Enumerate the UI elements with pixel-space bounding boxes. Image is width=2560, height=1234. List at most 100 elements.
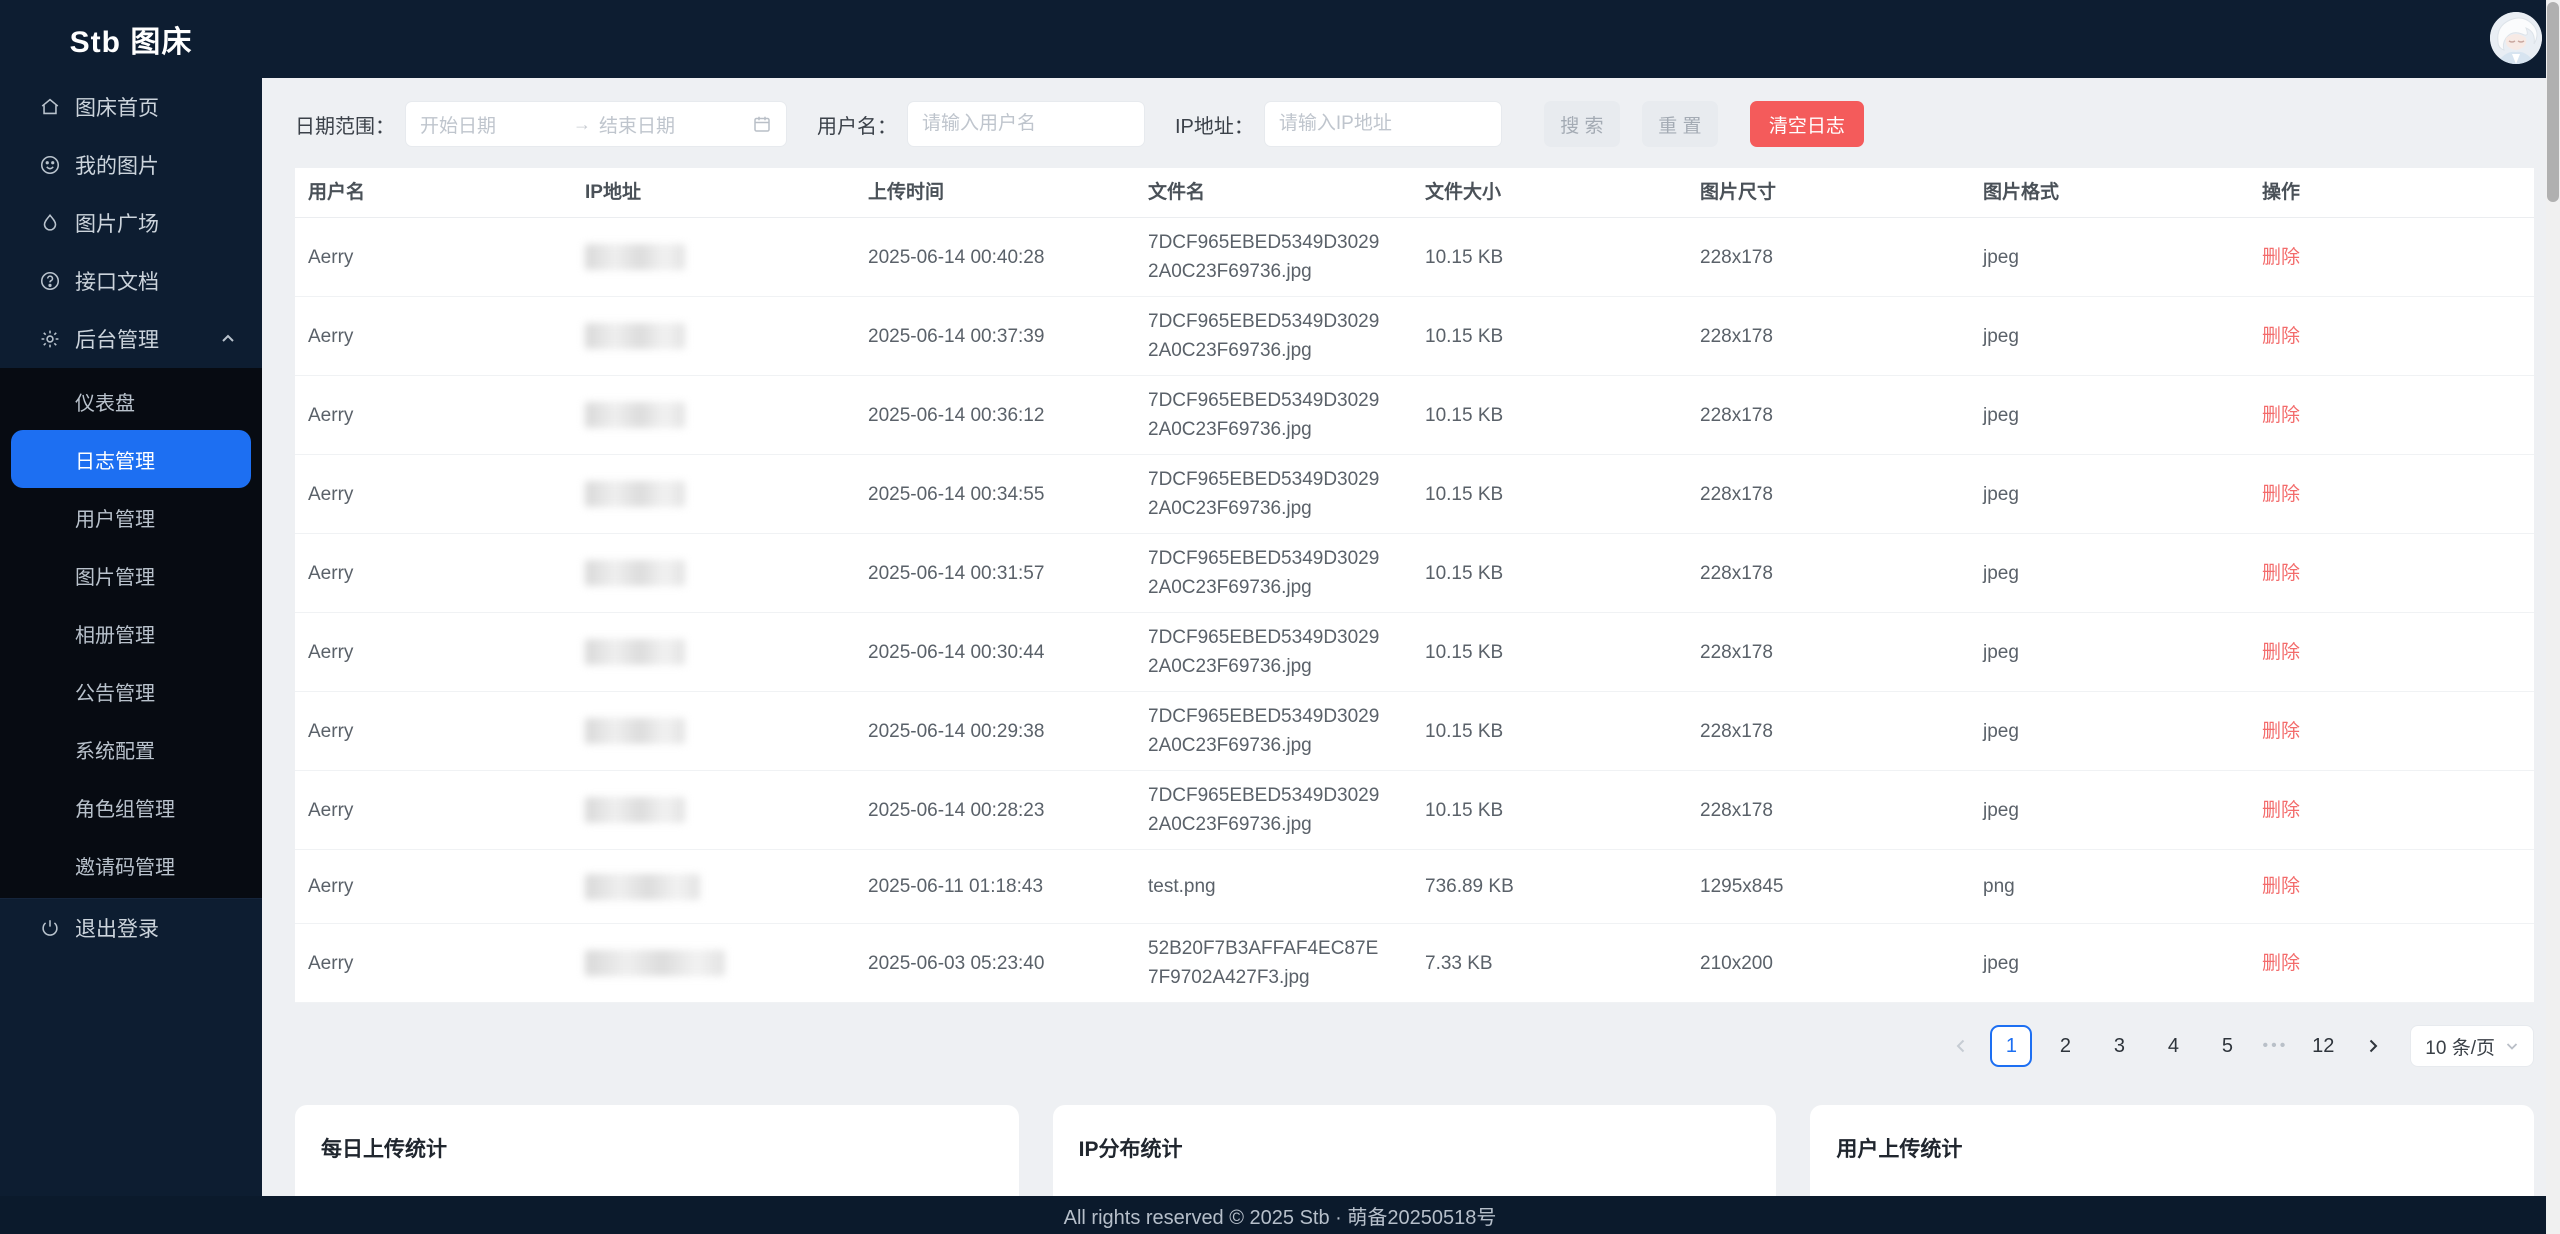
sidebar-item-admin[interactable]: 后台管理 [0, 310, 262, 368]
calendar-icon [752, 114, 772, 134]
sidebar-item-label: 后台管理 [75, 324, 159, 354]
sidebar-item-my-images[interactable]: 我的图片 [0, 136, 262, 194]
cell-username: Aerry [295, 717, 572, 746]
delete-link[interactable]: 删除 [2262, 247, 2300, 268]
submenu-item-announcements[interactable]: 公告管理 [0, 662, 262, 720]
next-page-button[interactable] [2356, 1025, 2390, 1067]
ip-input[interactable] [1264, 101, 1502, 147]
ip-masked [585, 323, 685, 349]
cell-filename: 7DCF965EBED5349D30292A0C23F69736.jpg [1135, 228, 1397, 286]
page-button-12[interactable]: 12 [2302, 1025, 2344, 1067]
table-row: Aerry 2025-06-14 00:36:12 7DCF965EBED534… [295, 376, 2534, 455]
submenu-item-albums[interactable]: 相册管理 [0, 604, 262, 662]
sidebar-item-label: 我的图片 [75, 150, 159, 180]
cell-username: Aerry [295, 243, 572, 272]
cell-format: jpeg [1970, 559, 2249, 588]
card-title: 每日上传统计 [321, 1133, 993, 1163]
submenu-item-logs[interactable]: 日志管理 [11, 430, 251, 488]
page-button-4[interactable]: 4 [2152, 1025, 2194, 1067]
cell-upload-time: 2025-06-14 00:30:44 [855, 638, 1135, 667]
table-row: Aerry 2025-06-11 01:18:43 test.png 736.8… [295, 850, 2534, 924]
delete-link[interactable]: 删除 [2262, 563, 2300, 584]
delete-link[interactable]: 删除 [2262, 642, 2300, 663]
cell-upload-time: 2025-06-03 05:23:40 [855, 949, 1135, 978]
page-button-1[interactable]: 1 [1990, 1025, 2032, 1067]
cell-filesize: 10.15 KB [1412, 401, 1687, 430]
delete-link[interactable]: 删除 [2262, 405, 2300, 426]
cell-dimensions: 228x178 [1687, 638, 1970, 667]
delete-link[interactable]: 删除 [2262, 721, 2300, 742]
cell-format: jpeg [1970, 717, 2249, 746]
logs-table: 用户名 IP地址 上传时间 文件名 文件大小 图片尺寸 图片格式 操作 Aerr… [295, 168, 2534, 1003]
delete-link[interactable]: 删除 [2262, 800, 2300, 821]
submenu-item-images[interactable]: 图片管理 [0, 546, 262, 604]
cell-upload-time: 2025-06-14 00:40:28 [855, 243, 1135, 272]
logout-button[interactable]: 退出登录 [0, 898, 262, 956]
delete-link[interactable]: 删除 [2262, 953, 2300, 974]
cell-upload-time: 2025-06-14 00:37:39 [855, 322, 1135, 351]
scrollbar-thumb[interactable] [2547, 2, 2559, 202]
delete-link[interactable]: 删除 [2262, 876, 2300, 897]
cell-upload-time: 2025-06-14 00:34:55 [855, 480, 1135, 509]
delete-link[interactable]: 删除 [2262, 484, 2300, 505]
page-button-3[interactable]: 3 [2098, 1025, 2140, 1067]
ip-masked [585, 874, 700, 900]
col-ip: IP地址 [572, 178, 855, 207]
cell-dimensions: 228x178 [1687, 717, 1970, 746]
cell-filename: 7DCF965EBED5349D30292A0C23F69736.jpg [1135, 623, 1397, 681]
cell-filesize: 7.33 KB [1412, 949, 1687, 978]
submenu-item-system-config[interactable]: 系统配置 [0, 720, 262, 778]
ip-masked [585, 950, 725, 976]
page-size-select[interactable]: 10 条/页 [2410, 1025, 2534, 1067]
cell-upload-time: 2025-06-14 00:36:12 [855, 401, 1135, 430]
sidebar: Stb 图床 图床首页 我的图片 图片广场 接口文档 [0, 0, 262, 1234]
sidebar-item-gallery[interactable]: 图片广场 [0, 194, 262, 252]
user-avatar[interactable] [2490, 12, 2542, 64]
more-pages-icon[interactable]: ••• [2260, 1037, 2290, 1055]
sidebar-item-home[interactable]: 图床首页 [0, 78, 262, 136]
cell-dimensions: 228x178 [1687, 401, 1970, 430]
pagination: 1 2 3 4 5 ••• 12 10 条/页 [295, 1025, 2534, 1067]
cell-dimensions: 228x178 [1687, 796, 1970, 825]
cell-format: jpeg [1970, 480, 2249, 509]
page-button-5[interactable]: 5 [2206, 1025, 2248, 1067]
cell-filesize: 10.15 KB [1412, 717, 1687, 746]
app-logo: Stb 图床 [0, 0, 262, 78]
col-username: 用户名 [295, 178, 572, 207]
cell-filename: 7DCF965EBED5349D30292A0C23F69736.jpg [1135, 386, 1397, 444]
prev-page-button[interactable] [1944, 1025, 1978, 1067]
page-size-value: 10 条/页 [2425, 1033, 2495, 1060]
cell-dimensions: 228x178 [1687, 322, 1970, 351]
date-range-picker[interactable]: 开始日期 → 结束日期 [405, 101, 787, 147]
sidebar-item-label: 图片广场 [75, 208, 159, 238]
gear-icon [38, 327, 62, 351]
submenu-item-dashboard[interactable]: 仪表盘 [0, 372, 262, 430]
cell-filesize: 10.15 KB [1412, 322, 1687, 351]
username-input[interactable] [907, 101, 1145, 147]
date-end-placeholder: 结束日期 [599, 111, 744, 138]
sidebar-item-label: 图床首页 [75, 92, 159, 122]
reset-button[interactable]: 重 置 [1642, 101, 1718, 147]
cell-upload-time: 2025-06-14 00:28:23 [855, 796, 1135, 825]
cell-username: Aerry [295, 638, 572, 667]
droplet-icon [38, 211, 62, 235]
submenu-item-users[interactable]: 用户管理 [0, 488, 262, 546]
copyright-text: All rights reserved © 2025 Stb · 萌备20250… [1064, 1201, 1497, 1230]
clear-logs-button[interactable]: 清空日志 [1750, 101, 1864, 147]
ip-masked [585, 718, 685, 744]
vertical-scrollbar[interactable] [2546, 0, 2560, 1234]
col-actions: 操作 [2249, 178, 2534, 207]
topbar [262, 0, 2560, 78]
cell-format: jpeg [1970, 401, 2249, 430]
ip-masked [585, 244, 685, 270]
delete-link[interactable]: 删除 [2262, 326, 2300, 347]
submenu-item-role-groups[interactable]: 角色组管理 [0, 778, 262, 836]
search-button[interactable]: 搜 索 [1544, 101, 1620, 147]
page-button-2[interactable]: 2 [2044, 1025, 2086, 1067]
cell-format: jpeg [1970, 322, 2249, 351]
sidebar-item-api-docs[interactable]: 接口文档 [0, 252, 262, 310]
submenu-item-invite-codes[interactable]: 邀请码管理 [0, 836, 262, 894]
cell-filename: 7DCF965EBED5349D30292A0C23F69736.jpg [1135, 465, 1397, 523]
chevron-up-icon [220, 331, 236, 347]
cell-filesize: 736.89 KB [1412, 872, 1687, 901]
